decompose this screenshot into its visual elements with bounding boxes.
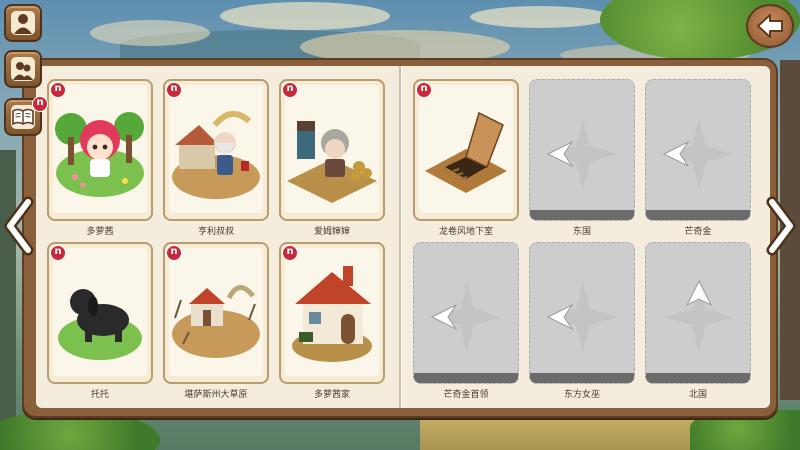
locked-band: [530, 210, 634, 220]
compass-icon: [430, 281, 502, 353]
card-label: 堪萨斯州大草原: [184, 390, 248, 400]
card-label: 芒奇金: [684, 227, 712, 237]
card-cyclone-cellar[interactable]: n 龙卷风地下室: [413, 79, 519, 237]
new-badge: n: [50, 82, 66, 98]
card-uncle-henry[interactable]: n 亨利叔叔: [163, 79, 269, 237]
compass-icon: [664, 279, 734, 353]
kansas-prairie-icon: [169, 248, 263, 376]
card-label: 东方女巫: [563, 390, 600, 400]
back-arrow-icon: [757, 14, 783, 38]
chevron-right-icon[interactable]: [764, 196, 798, 256]
chevron-left-icon[interactable]: [2, 196, 36, 256]
new-badge: n: [166, 82, 182, 98]
card-aunt-em[interactable]: n 爱姆婶婶: [279, 79, 385, 237]
card-label: 龙卷风地下室: [438, 227, 493, 237]
card-east-country-locked[interactable]: 东国: [529, 79, 635, 237]
locked-band: [530, 373, 634, 383]
cloud: [470, 6, 610, 28]
page-divider-highlight: [401, 66, 402, 408]
aunt-em-icon: [285, 85, 379, 213]
compass-icon: [546, 281, 618, 353]
card-label: 托托: [90, 390, 109, 400]
book-icon: [11, 105, 35, 129]
card-toto[interactable]: n 托托: [47, 242, 153, 400]
locked-card: [645, 242, 751, 384]
card-label: 东国: [572, 227, 591, 237]
friends-icon: [11, 57, 35, 81]
card-dorothy[interactable]: n 多萝茜: [47, 79, 153, 237]
card-east-witch-locked[interactable]: 东方女巫: [529, 242, 635, 400]
card-label: 芒奇金首领: [443, 390, 489, 400]
dorothy-character-icon: [53, 85, 147, 213]
notification-badge: n: [32, 96, 48, 112]
cellar-trapdoor-icon: [419, 85, 513, 213]
new-badge: n: [416, 82, 432, 98]
back-button[interactable]: [746, 4, 794, 48]
cloud: [90, 20, 210, 46]
new-badge: n: [282, 245, 298, 261]
locked-band: [646, 210, 750, 220]
new-badge: n: [50, 245, 66, 261]
friends-button[interactable]: [4, 50, 42, 88]
locked-card: [529, 242, 635, 384]
locked-band: [646, 373, 750, 383]
card-munchkin-locked[interactable]: 芒奇金: [645, 79, 751, 237]
card-label: 多萝茜: [86, 227, 114, 237]
locked-card: [529, 79, 635, 221]
card-dorothy-house[interactable]: n 多萝茜家: [279, 242, 385, 400]
new-badge: n: [166, 245, 182, 261]
compass-icon: [546, 118, 618, 190]
locked-card: [645, 79, 751, 221]
uncle-henry-icon: [169, 85, 263, 213]
cloud: [220, 2, 390, 30]
card-north-country-locked[interactable]: 北国: [645, 242, 751, 400]
new-badge: n: [282, 82, 298, 98]
card-label: 北国: [688, 390, 707, 400]
dorothy-house-icon: [285, 248, 379, 376]
profile-button[interactable]: [4, 4, 42, 42]
card-munchkin-leader-locked[interactable]: 芒奇金首领: [413, 242, 519, 400]
locked-card: [413, 242, 519, 384]
compass-icon: [662, 118, 734, 190]
card-label: 多萝茜家: [313, 390, 350, 400]
card-kansas-prairie[interactable]: n 堪萨斯州大草原: [163, 242, 269, 400]
toto-dog-icon: [53, 248, 147, 376]
card-label: 亨利叔叔: [197, 227, 234, 237]
tree-trunk: [0, 150, 16, 450]
card-label: 爱姆婶婶: [313, 227, 350, 237]
profile-icon: [11, 11, 35, 35]
locked-band: [414, 373, 518, 383]
